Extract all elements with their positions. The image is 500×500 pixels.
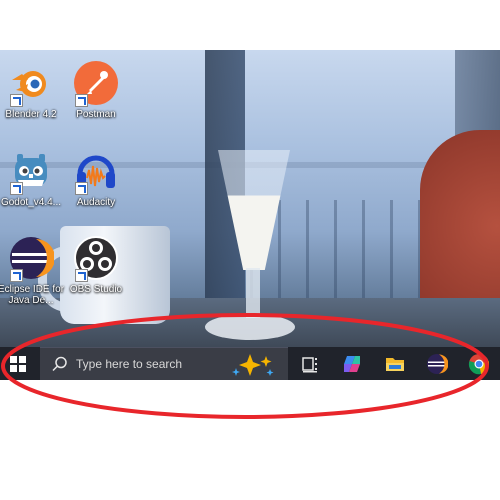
- audacity-icon: [73, 148, 119, 195]
- glass-stem: [246, 268, 260, 318]
- shortcut-arrow-icon: [10, 94, 23, 107]
- taskbar: Type here to search: [0, 347, 500, 380]
- copilot-icon[interactable]: [341, 353, 363, 375]
- desktop-icon-obs[interactable]: OBS Studio: [61, 235, 131, 295]
- glass-base: [205, 314, 295, 340]
- taskbar-search-box[interactable]: Type here to search: [40, 347, 288, 380]
- godot-icon: [8, 148, 54, 195]
- desktop-icon-label: OBS Studio: [69, 284, 123, 295]
- file-explorer-icon[interactable]: [384, 353, 406, 375]
- desktop-background: Blender 4.2 Postman Godot_v4.4... Audaci…: [0, 50, 500, 380]
- blender-icon: [8, 60, 54, 107]
- desktop-icon-audacity[interactable]: Audacity: [61, 148, 131, 208]
- desktop-icon-label: Eclipse IDE for Java De...: [0, 284, 65, 306]
- search-placeholder: Type here to search: [76, 357, 183, 371]
- shortcut-arrow-icon: [75, 269, 88, 282]
- task-view-icon[interactable]: [300, 353, 322, 375]
- shortcut-arrow-icon: [10, 269, 23, 282]
- desktop-icon-label: Blender 4.2: [5, 109, 57, 120]
- eclipse-taskbar-icon[interactable]: [426, 353, 449, 375]
- shortcut-arrow-icon: [10, 182, 23, 195]
- postman-icon: [73, 60, 119, 107]
- shortcut-arrow-icon: [75, 182, 88, 195]
- desktop-icon-postman[interactable]: Postman: [61, 60, 131, 120]
- search-icon: [52, 356, 68, 372]
- desktop-icon-label: Postman: [76, 109, 116, 120]
- chrome-icon[interactable]: [468, 353, 490, 375]
- sparkle-icon[interactable]: [230, 352, 278, 378]
- obs-icon: [73, 235, 119, 282]
- desktop-icon-godot[interactable]: Godot_v4.4...: [0, 148, 66, 208]
- desktop-icon-label: Audacity: [76, 197, 116, 208]
- windows-start-icon[interactable]: [10, 356, 26, 372]
- desktop-icon-label: Godot_v4.4...: [0, 197, 62, 208]
- eclipse-icon: [8, 235, 55, 282]
- desktop-icon-eclipse[interactable]: Eclipse IDE for Java De...: [0, 235, 66, 306]
- desktop-icon-blender[interactable]: Blender 4.2: [0, 60, 66, 120]
- shortcut-arrow-icon: [75, 94, 88, 107]
